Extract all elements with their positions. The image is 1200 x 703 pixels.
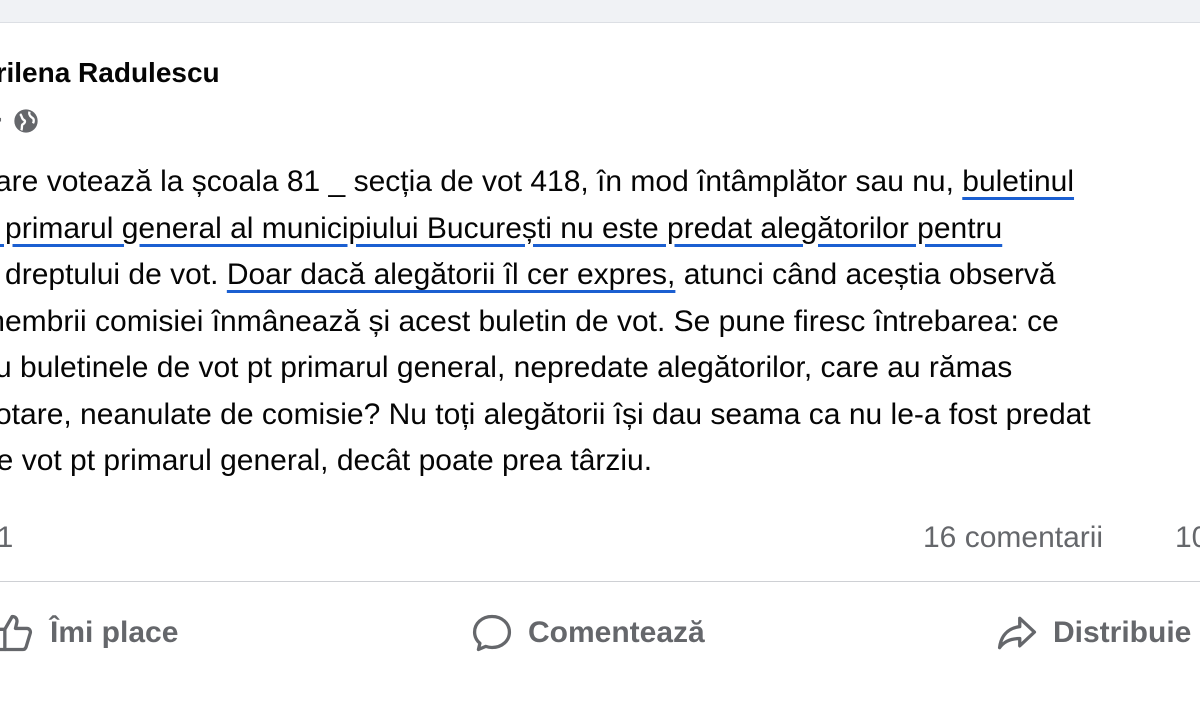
- post-text-line: care votează la școala 81 _ secția de vo…: [0, 159, 1200, 206]
- divider: [0, 581, 1200, 582]
- comments-count[interactable]: 16 comentarii: [923, 521, 1103, 555]
- like-label: Îmi place: [50, 616, 179, 649]
- meta-separator: ·: [0, 107, 4, 135]
- author-name[interactable]: arilena Radulescu: [0, 57, 220, 89]
- post-body: care votează la școala 81 _ secția de vo…: [0, 159, 1200, 485]
- post-text-line: u primarul general al municipiului Bucur…: [0, 206, 1200, 253]
- text-run: atunci când aceștia observă: [675, 258, 1056, 291]
- underlined-text: Doar dacă alegătorii îl cer expres,: [226, 258, 676, 291]
- globe-icon[interactable]: [12, 107, 40, 135]
- comment-label: Comentează: [528, 616, 705, 649]
- underlined-text: u primarul general al municipiului Bucur…: [0, 211, 1003, 245]
- text-run: membrii comisiei înmânează și acest bule…: [0, 304, 1059, 338]
- text-run: de vot pt primarul general, decât poate …: [0, 444, 653, 477]
- post-text-line: a dreptului de vot. Doar dacă alegătorii…: [0, 252, 1200, 299]
- post-text-line: votare, neanulate de comisie? Nu toți al…: [0, 392, 1200, 439]
- shares-count[interactable]: 10: [1175, 521, 1200, 555]
- post-actions: Îmi place Comentează Distribuie: [0, 608, 1200, 668]
- text-run: care votează la școala 81 _ secția de vo…: [0, 165, 963, 198]
- reactions-count[interactable]: 51: [0, 521, 13, 555]
- post-meta: ·: [0, 106, 40, 136]
- text-run: a dreptului de vot.: [0, 258, 227, 291]
- like-button[interactable]: Îmi place: [0, 608, 178, 658]
- thumbs-up-icon: [0, 614, 33, 652]
- speech-bubble-icon: [472, 614, 512, 652]
- text-run: cu buletinele de vot pt primarul general…: [0, 351, 1013, 384]
- underlined-text: buletinul: [962, 165, 1075, 198]
- share-arrow-icon: [997, 616, 1037, 650]
- post-stats: 51 16 comentarii 10: [0, 513, 1200, 563]
- share-label: Distribuie: [1053, 616, 1192, 649]
- comment-button[interactable]: Comentează: [470, 608, 705, 658]
- post-text-line: cu buletinele de vot pt primarul general…: [0, 345, 1200, 392]
- share-button[interactable]: Distribuie: [995, 608, 1191, 658]
- post-card: arilena Radulescu · care votează la școa…: [0, 22, 1200, 703]
- post-text-line: membrii comisiei înmânează și acest bule…: [0, 299, 1200, 346]
- text-run: votare, neanulate de comisie? Nu toți al…: [0, 397, 1091, 431]
- post-text-line: de vot pt primarul general, decât poate …: [0, 438, 1200, 485]
